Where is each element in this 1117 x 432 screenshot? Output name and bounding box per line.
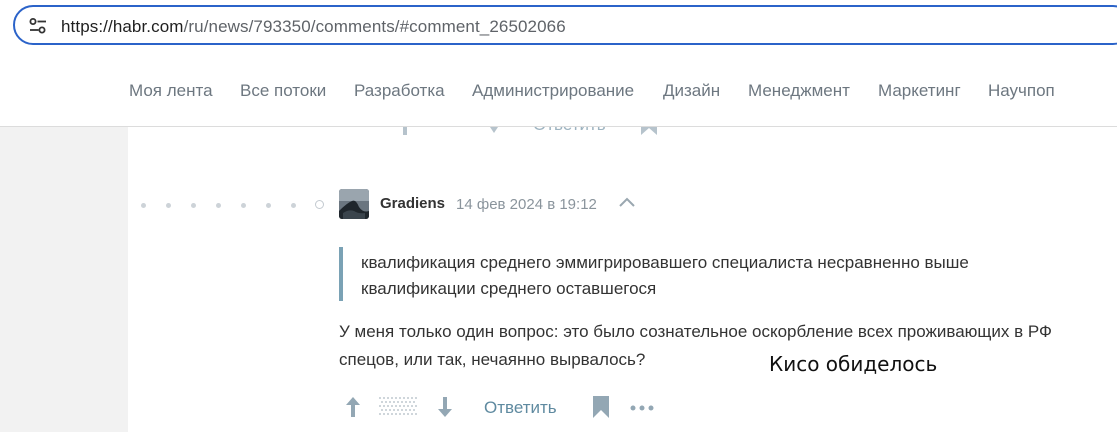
chevron-up-icon[interactable] xyxy=(618,196,636,208)
address-bar[interactable]: https://habr.com/ru/news/793350/comments… xyxy=(13,5,1117,45)
nav-item-all-streams[interactable]: Все потоки xyxy=(240,81,326,101)
previous-comment-actions: Ответить xyxy=(128,127,1117,139)
thread-level-dot xyxy=(291,203,296,208)
url-host: https://habr.com xyxy=(61,17,184,36)
arrow-up-icon[interactable] xyxy=(345,396,361,418)
overlay-caption: Кисо обиделось xyxy=(769,352,938,376)
previous-reply-link[interactable]: Ответить xyxy=(533,127,606,135)
comment-timestamp[interactable]: 14 фев 2024 в 19:12 xyxy=(456,196,597,213)
thread-level-dot xyxy=(241,203,246,208)
nav-item-marketing[interactable]: Маркетинг xyxy=(878,81,961,101)
arrow-up-icon[interactable] xyxy=(399,127,411,135)
nav-item-design[interactable]: Дизайн xyxy=(663,81,720,101)
nav-item-my-feed[interactable]: Моя лента xyxy=(129,81,213,101)
nav-item-development[interactable]: Разработка xyxy=(354,81,445,101)
arrow-down-icon[interactable] xyxy=(437,396,453,418)
thread-level-dot xyxy=(191,203,196,208)
arrow-down-icon[interactable] xyxy=(486,127,502,135)
score-placeholder-icon xyxy=(379,397,417,415)
tune-icon[interactable] xyxy=(29,18,47,34)
thread-level-dot xyxy=(216,203,221,208)
comment-author[interactable]: Gradiens xyxy=(380,195,445,212)
site-nav: Моя лента Все потоки Разработка Админист… xyxy=(0,54,1117,127)
avatar[interactable] xyxy=(339,189,369,219)
thread-level-dot xyxy=(266,203,271,208)
thread-current-dot xyxy=(315,200,324,209)
thread-level-dot xyxy=(141,203,146,208)
score-placeholder-icon xyxy=(428,127,468,135)
nav-item-administration[interactable]: Администрирование xyxy=(472,81,634,101)
bookmark-icon[interactable] xyxy=(641,127,657,135)
quote-text: квалификация среднего эммигрировавшего с… xyxy=(361,253,969,298)
comment-quote: квалификация среднего эммигрировавшего с… xyxy=(339,247,1059,301)
bookmark-icon[interactable] xyxy=(593,396,609,418)
thread-level-dot xyxy=(166,203,171,208)
more-icon[interactable] xyxy=(630,405,654,411)
comment-body: У меня только один вопрос: это было созн… xyxy=(339,322,1052,369)
browser-toolbar: https://habr.com/ru/news/793350/comments… xyxy=(0,0,1117,54)
nav-item-popsci[interactable]: Научпоп xyxy=(988,81,1055,101)
url-text[interactable]: https://habr.com/ru/news/793350/comments… xyxy=(61,17,566,37)
url-path: /ru/news/793350/comments/#comment_265020… xyxy=(183,17,566,36)
nav-item-management[interactable]: Менеджмент xyxy=(748,81,850,101)
reply-button[interactable]: Ответить xyxy=(484,398,557,418)
